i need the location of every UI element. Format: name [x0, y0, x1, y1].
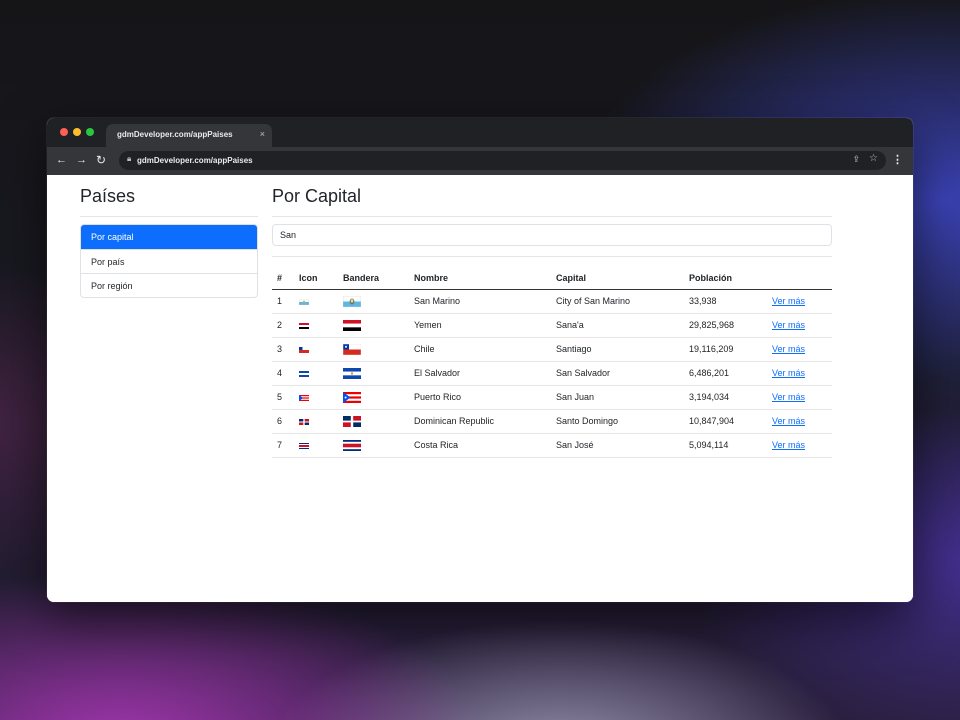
puerto-rico-flag-image — [338, 385, 409, 410]
country-population: 5,094,114 — [684, 433, 767, 458]
lock-icon[interactable]: 🔒︎ — [127, 154, 131, 164]
ver-mas-link[interactable]: Ver más — [772, 320, 805, 330]
row-number: 1 — [272, 289, 294, 314]
row-number: 6 — [272, 409, 294, 434]
table-row: 1 San Marino City of San Marino 33,938 V… — [272, 289, 832, 314]
close-window-button[interactable] — [60, 128, 68, 136]
puerto-rico-flag-icon — [294, 385, 338, 410]
ver-mas-link[interactable]: Ver más — [772, 392, 805, 402]
yemen-flag-icon — [294, 313, 338, 338]
maximize-window-button[interactable] — [86, 128, 94, 136]
country-population: 33,938 — [684, 289, 767, 314]
results-table: # Icon Bandera Nombre Capital Población … — [272, 267, 832, 458]
yemen-flag-image — [338, 313, 409, 338]
country-name: Costa Rica — [409, 433, 551, 458]
sidebar-divider — [80, 216, 258, 217]
country-capital: Santiago — [551, 337, 684, 362]
star-icon[interactable]: ☆ — [869, 153, 878, 164]
table-row: 4 El Salvador San Salvador 6,486,201 Ver… — [272, 361, 832, 386]
header-icon: Icon — [294, 267, 338, 290]
country-capital: Santo Domingo — [551, 409, 684, 434]
browser-window: gdmDeveloper.com/appPaises × ← → ↻ 🔒︎ gd… — [47, 118, 913, 602]
tab-bar: gdmDeveloper.com/appPaises × — [47, 118, 913, 147]
title-divider — [272, 216, 832, 217]
row-number: 7 — [272, 433, 294, 458]
table-row: 3 Chile Santiago 19,116,209 Ver más — [272, 337, 832, 362]
dominican-republic-flag-icon — [294, 409, 338, 434]
table-row: 2 Yemen Sana'a 29,825,968 Ver más — [272, 313, 832, 338]
costa-rica-flag-icon — [294, 433, 338, 458]
country-name: Chile — [409, 337, 551, 362]
row-number: 2 — [272, 313, 294, 338]
search-divider — [272, 256, 832, 257]
country-capital: Sana'a — [551, 313, 684, 338]
country-capital: San Salvador — [551, 361, 684, 386]
country-name: Dominican Republic — [409, 409, 551, 434]
sidebar-item-por-capital[interactable]: Por capital — [81, 225, 257, 249]
chile-flag-image — [338, 337, 409, 362]
page-title: Por Capital — [272, 186, 362, 206]
header-actions — [767, 267, 832, 290]
header-capital: Capital — [551, 267, 684, 290]
table-row: 6 Dominican Republic Santo Domingo 10,84… — [272, 409, 832, 434]
el-salvador-flag-image — [338, 361, 409, 386]
ver-mas-link[interactable]: Ver más — [772, 416, 805, 426]
country-population: 6,486,201 — [684, 361, 767, 386]
header-name: Nombre — [409, 267, 551, 290]
country-population: 29,825,968 — [684, 313, 767, 338]
dominican-republic-flag-image — [338, 409, 409, 434]
country-name: Yemen — [409, 313, 551, 338]
san-marino-flag-icon — [294, 289, 338, 314]
country-population: 3,194,034 — [684, 385, 767, 410]
address-bar[interactable]: 🔒︎ gdmDeveloper.com/appPaises ⇪ ☆ — [119, 151, 886, 170]
sidebar-nav: Por capital Por país Por región — [80, 224, 258, 298]
sidebar-item-por-pais[interactable]: Por país — [81, 249, 257, 273]
costa-rica-flag-image — [338, 433, 409, 458]
table-row: 5 Puerto Rico San Juan 3,194,034 Ver más — [272, 385, 832, 410]
el-salvador-flag-icon — [294, 361, 338, 386]
minimize-window-button[interactable] — [73, 128, 81, 136]
country-name: Puerto Rico — [409, 385, 551, 410]
url-text: gdmDeveloper.com/appPaises — [137, 156, 253, 165]
ver-mas-link[interactable]: Ver más — [772, 368, 805, 378]
reload-icon[interactable]: ↻ — [96, 153, 106, 167]
header-population: Población — [684, 267, 767, 290]
country-name: El Salvador — [409, 361, 551, 386]
header-number: # — [272, 267, 294, 290]
search-input[interactable]: San — [272, 224, 832, 246]
sidebar-title: Países — [80, 186, 136, 206]
country-name: San Marino — [409, 289, 551, 314]
row-number: 4 — [272, 361, 294, 386]
tab-close-icon[interactable]: × — [260, 129, 265, 139]
browser-tab[interactable]: gdmDeveloper.com/appPaises × — [106, 124, 272, 147]
country-capital: San José — [551, 433, 684, 458]
country-population: 10,847,904 — [684, 409, 767, 434]
row-number: 5 — [272, 385, 294, 410]
back-arrow-icon[interactable]: ← — [56, 153, 67, 167]
header-flag: Bandera — [338, 267, 409, 290]
san-marino-flag-image — [338, 289, 409, 314]
share-icon[interactable]: ⇪ — [852, 154, 860, 165]
table-header-row: # Icon Bandera Nombre Capital Población — [272, 267, 832, 290]
ver-mas-link[interactable]: Ver más — [772, 344, 805, 354]
country-capital: San Juan — [551, 385, 684, 410]
sidebar-item-por-region[interactable]: Por región — [81, 273, 257, 297]
row-number: 3 — [272, 337, 294, 362]
ver-mas-link[interactable]: Ver más — [772, 296, 805, 306]
more-menu-icon[interactable]: ⋮ — [892, 153, 903, 166]
browser-toolbar: ← → ↻ 🔒︎ gdmDeveloper.com/appPaises ⇪ ☆ … — [47, 147, 913, 175]
tab-title: gdmDeveloper.com/appPaises — [117, 130, 233, 139]
country-population: 19,116,209 — [684, 337, 767, 362]
page-content: Países Por capital Por país Por región P… — [47, 175, 913, 602]
ver-mas-link[interactable]: Ver más — [772, 440, 805, 450]
country-capital: City of San Marino — [551, 289, 684, 314]
forward-arrow-icon[interactable]: → — [76, 153, 87, 167]
table-row: 7 Costa Rica San José 5,094,114 Ver más — [272, 433, 832, 458]
chile-flag-icon — [294, 337, 338, 362]
